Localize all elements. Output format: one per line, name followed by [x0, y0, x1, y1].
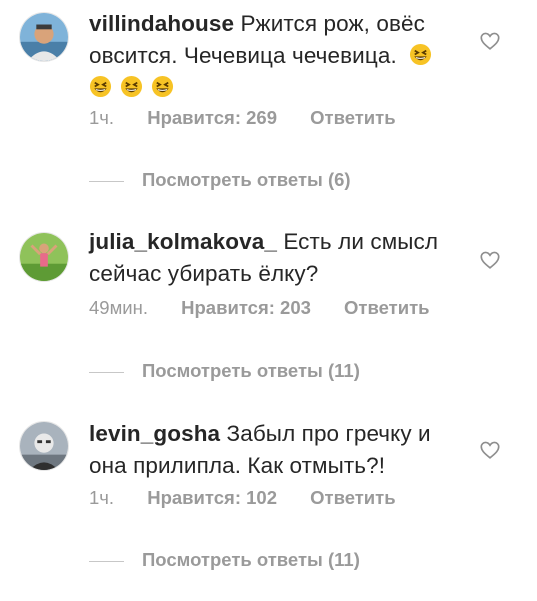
grinning-squinting-face-icon — [120, 75, 143, 98]
avatar[interactable] — [19, 232, 69, 282]
view-replies-button[interactable]: Посмотреть ответы (11) — [89, 549, 360, 571]
view-replies-label[interactable]: Посмотреть ответы (6) — [142, 169, 351, 190]
reply-button[interactable]: Ответить — [344, 297, 430, 318]
timestamp: 1ч. — [89, 107, 115, 128]
grinning-squinting-face-icon — [151, 75, 174, 98]
comment-meta: 49мин. Нравится: 203 Ответить — [89, 297, 458, 319]
username-link[interactable]: julia_kolmakova_ — [89, 229, 277, 254]
heart-outline-icon[interactable] — [479, 30, 501, 52]
avatar[interactable] — [19, 421, 69, 471]
username-link[interactable]: villindahouse — [89, 11, 234, 36]
timestamp: 49мин. — [89, 297, 148, 318]
heart-outline-icon[interactable] — [479, 249, 501, 271]
view-replies-button[interactable]: Посмотреть ответы (6) — [89, 169, 351, 191]
view-replies-label[interactable]: Посмотреть ответы (11) — [142, 549, 360, 570]
comment-meta: 1ч. Нравится: 269 Ответить — [89, 107, 424, 129]
grinning-squinting-face-icon — [409, 43, 432, 66]
reply-button[interactable]: Ответить — [310, 107, 396, 128]
likes-count[interactable]: Нравится: 269 — [147, 107, 277, 128]
divider — [89, 371, 124, 373]
comment-text: villindahouse Ржится рож, овёс овсится. … — [89, 8, 464, 104]
timestamp: 1ч. — [89, 487, 115, 508]
comment-text: levin_gosha Забыл про гречку и она прили… — [89, 418, 464, 482]
avatar[interactable] — [19, 12, 69, 62]
likes-count[interactable]: Нравится: 203 — [181, 297, 311, 318]
view-replies-label[interactable]: Посмотреть ответы (11) — [142, 360, 360, 381]
divider — [89, 180, 124, 182]
username-link[interactable]: levin_gosha — [89, 421, 220, 446]
comment-meta: 1ч. Нравится: 102 Ответить — [89, 487, 424, 509]
grinning-squinting-face-icon — [89, 75, 112, 98]
heart-outline-icon[interactable] — [479, 439, 501, 461]
likes-count[interactable]: Нравится: 102 — [147, 487, 277, 508]
divider — [89, 560, 124, 562]
reply-button[interactable]: Ответить — [310, 487, 396, 508]
comment-text: julia_kolmakova_ Есть ли смысл сейчас уб… — [89, 226, 464, 290]
view-replies-button[interactable]: Посмотреть ответы (11) — [89, 360, 360, 382]
